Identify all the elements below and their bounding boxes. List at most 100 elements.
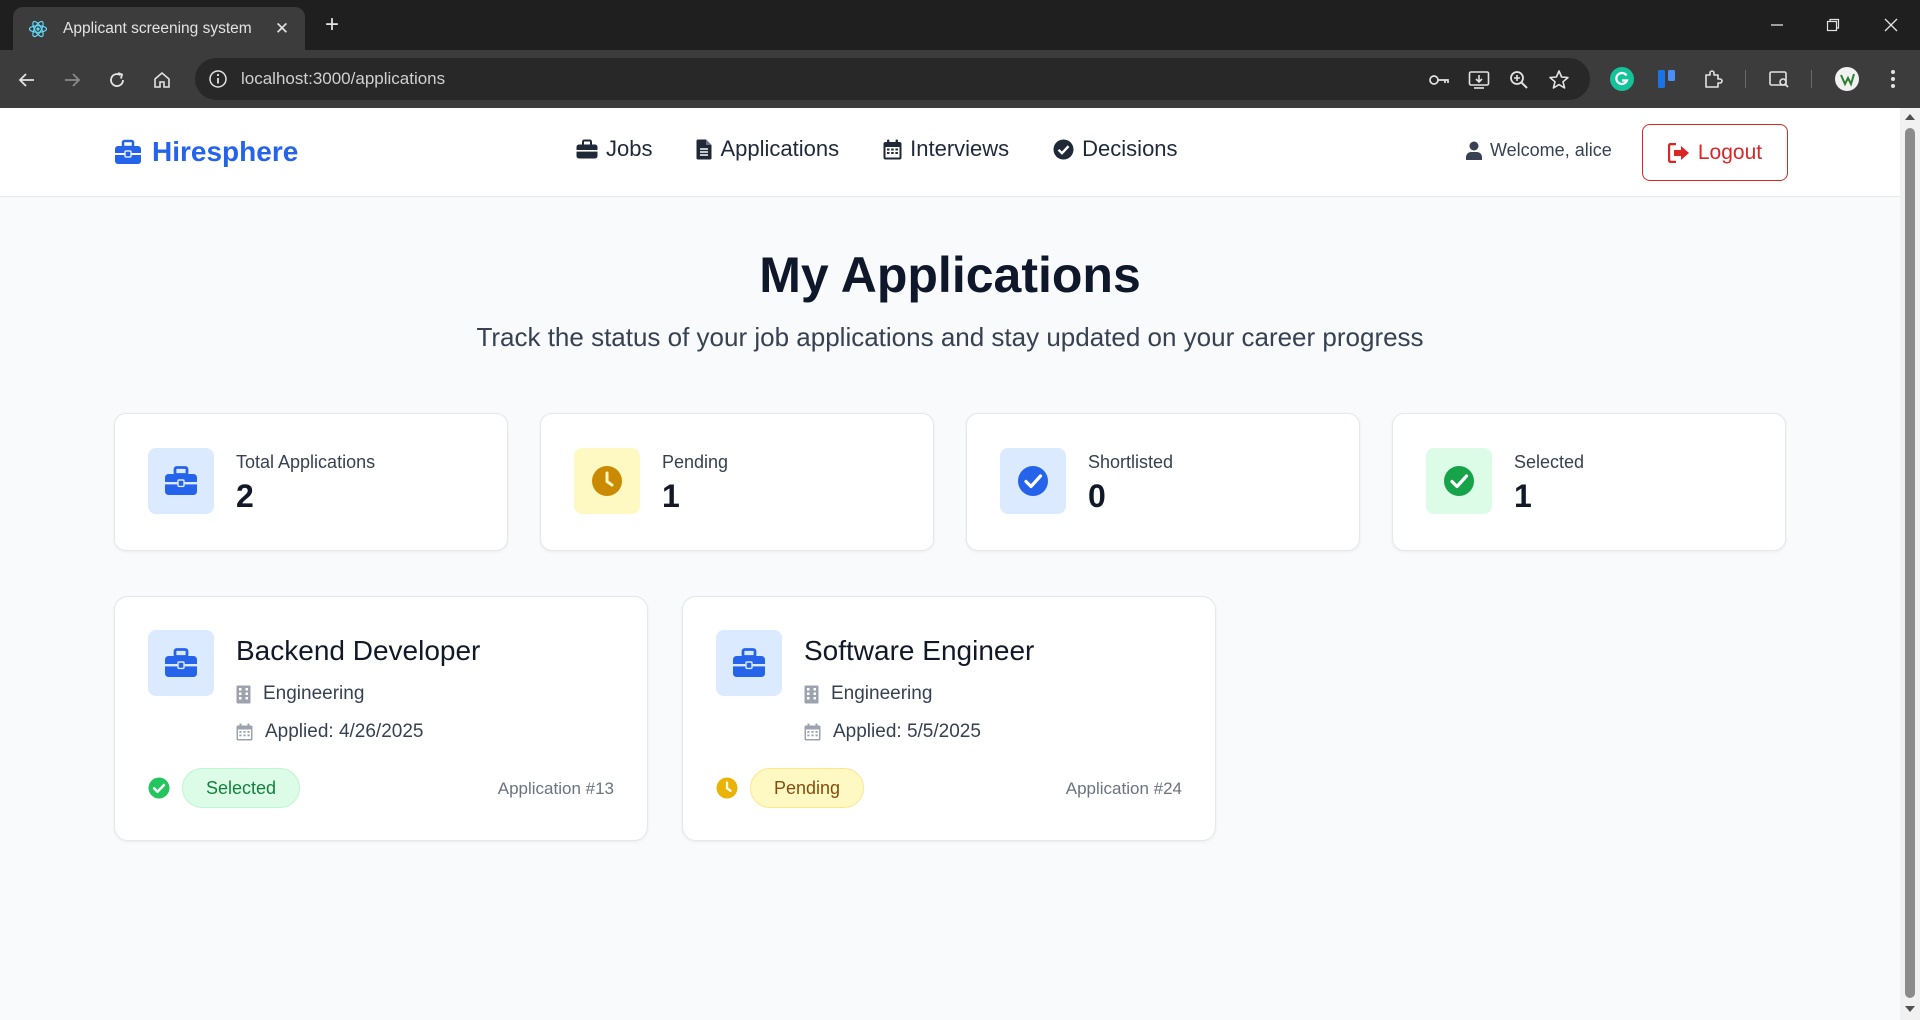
job-title: Software Engineer	[804, 635, 1035, 666]
install-app-icon[interactable]	[1467, 68, 1491, 92]
stat-card-selected: Selected 1	[1392, 413, 1786, 551]
user-icon	[1466, 141, 1482, 160]
job-title: Backend Developer	[236, 635, 481, 666]
tab-close-icon[interactable]: ✕	[271, 19, 293, 39]
home-icon[interactable]	[147, 65, 177, 95]
browser-tabstrip: Applicant screening system ✕ +	[0, 0, 1920, 50]
status: Pending	[716, 768, 865, 808]
stat-card-shortlisted: Shortlisted 0	[966, 413, 1360, 551]
file-icon	[696, 139, 712, 159]
briefcase-icon	[115, 139, 141, 164]
briefcase-icon	[576, 139, 598, 159]
toolbar-divider	[1745, 70, 1746, 88]
nav-interviews-label: Interviews	[910, 136, 1010, 161]
stat-label: Shortlisted	[1088, 452, 1174, 472]
check-circle-icon	[1000, 448, 1066, 514]
clock-icon	[716, 777, 738, 799]
status-badge: Pending	[750, 768, 865, 808]
briefcase-icon	[148, 448, 214, 514]
stat-value: 2	[236, 478, 254, 514]
department: Engineering	[804, 683, 932, 705]
reload-icon[interactable]	[102, 65, 132, 95]
grammarly-icon[interactable]	[1607, 64, 1637, 94]
nav-interviews[interactable]: Interviews	[883, 136, 1009, 162]
nav-jobs[interactable]: Jobs	[576, 136, 652, 162]
address-bar[interactable]: localhost:3000/applications	[195, 58, 1590, 100]
new-tab-button[interactable]: +	[318, 12, 346, 40]
application-number: Application #24	[1065, 779, 1182, 798]
status: Selected	[148, 768, 301, 808]
scroll-down-icon[interactable]	[1905, 1006, 1915, 1012]
toolbar-divider	[1811, 70, 1812, 88]
restore-icon[interactable]	[1818, 10, 1848, 40]
react-icon	[27, 18, 49, 40]
check-circle-icon	[1426, 448, 1492, 514]
calendar-icon	[236, 723, 253, 741]
zoom-icon[interactable]	[1507, 68, 1531, 92]
status-badge: Selected	[182, 768, 301, 808]
page-title: My Applications	[759, 247, 1141, 303]
check-circle-icon	[148, 777, 170, 799]
trello-extension-icon[interactable]	[1652, 64, 1682, 94]
department-text: Engineering	[831, 683, 933, 704]
building-icon	[804, 685, 819, 703]
stat-value: 0	[1088, 478, 1106, 514]
scroll-up-icon[interactable]	[1905, 114, 1915, 120]
tab-title: Applicant screening system	[63, 19, 252, 37]
page-subtitle: Track the status of your job application…	[476, 322, 1424, 352]
stat-value: 1	[1514, 478, 1532, 514]
site-info-icon[interactable]	[207, 68, 229, 90]
stat-card-total: Total Applications 2	[114, 413, 508, 551]
applied-date-text: Applied: 5/5/2025	[833, 721, 981, 742]
nav-jobs-label: Jobs	[606, 136, 653, 161]
stat-label: Pending	[662, 452, 729, 472]
brand-logo[interactable]: Hiresphere	[114, 136, 298, 168]
scroll-thumb[interactable]	[1905, 128, 1915, 998]
password-key-icon[interactable]	[1427, 68, 1451, 92]
browser-toolbar: localhost:3000/applications	[0, 50, 1920, 108]
nav-applications[interactable]: Applications	[696, 136, 839, 162]
calendar-icon	[804, 723, 821, 741]
app-navbar: Hiresphere Jobs Applications Interviews …	[0, 108, 1900, 197]
back-icon[interactable]	[12, 65, 42, 95]
calendar-icon	[883, 139, 902, 159]
profile-avatar-icon[interactable]	[1832, 64, 1862, 94]
briefcase-icon	[148, 630, 214, 696]
page-scrollbar[interactable]	[1900, 108, 1920, 1020]
department-text: Engineering	[263, 683, 365, 704]
browser-menu-icon[interactable]	[1878, 64, 1908, 94]
brand-name: Hiresphere	[152, 136, 299, 167]
nav-decisions-label: Decisions	[1082, 136, 1178, 161]
nav-applications-label: Applications	[720, 136, 840, 161]
applied-date-text: Applied: 4/26/2025	[265, 721, 424, 742]
applied-date: Applied: 5/5/2025	[804, 721, 981, 743]
main-nav: Jobs Applications Interviews Decisions	[576, 136, 1222, 162]
user-greeting: Welcome, alice	[1466, 140, 1612, 161]
check-circle-icon	[1053, 139, 1074, 159]
building-icon	[236, 685, 251, 703]
page-viewport: Hiresphere Jobs Applications Interviews …	[0, 108, 1900, 1020]
browser-tab[interactable]: Applicant screening system ✕	[13, 7, 305, 50]
application-number: Application #13	[497, 779, 614, 798]
minimize-icon[interactable]	[1762, 10, 1792, 40]
sign-out-icon	[1667, 142, 1689, 163]
extensions-puzzle-icon[interactable]	[1698, 64, 1728, 94]
stat-value: 1	[662, 478, 680, 514]
tab-search-icon[interactable]	[1764, 64, 1794, 94]
forward-icon[interactable]	[57, 65, 87, 95]
close-window-icon[interactable]	[1876, 10, 1906, 40]
welcome-text: Welcome, alice	[1490, 140, 1612, 160]
stat-label: Total Applications	[236, 452, 376, 472]
stat-label: Selected	[1514, 452, 1585, 472]
application-card[interactable]: Software Engineer Engineering Applied: 5…	[682, 596, 1216, 841]
briefcase-icon	[716, 630, 782, 696]
url-text[interactable]: localhost:3000/applications	[241, 69, 445, 89]
stat-card-pending: Pending 1	[540, 413, 934, 551]
clock-icon	[574, 448, 640, 514]
bookmark-star-icon[interactable]	[1547, 68, 1571, 92]
application-card[interactable]: Backend Developer Engineering Applied: 4…	[114, 596, 648, 841]
logout-label: Logout	[1697, 140, 1763, 164]
department: Engineering	[236, 683, 364, 705]
logout-button[interactable]: Logout	[1642, 124, 1788, 181]
nav-decisions[interactable]: Decisions	[1053, 136, 1178, 162]
